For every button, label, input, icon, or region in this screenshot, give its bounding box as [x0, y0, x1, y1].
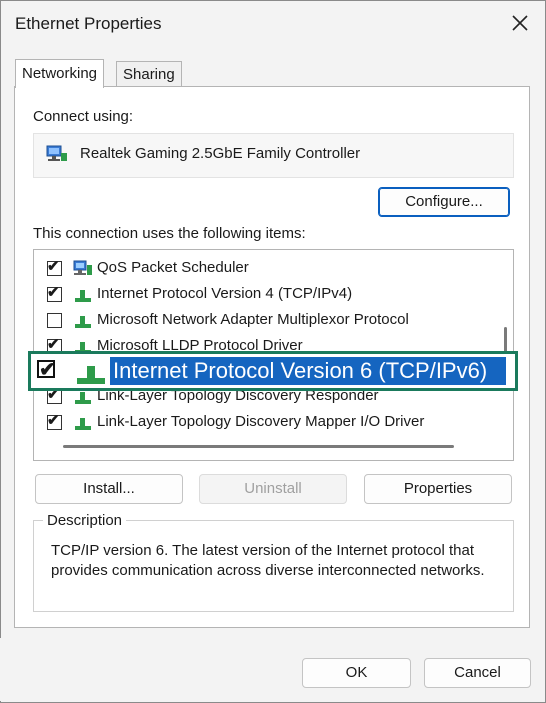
properties-button[interactable]: Properties — [364, 474, 512, 504]
tab-networking[interactable]: Networking — [15, 59, 105, 88]
network-client-icon — [73, 260, 92, 276]
close-icon[interactable] — [507, 10, 533, 36]
description-group: Description TCP/IP version 6. The latest… — [33, 512, 514, 612]
description-label: Description — [43, 512, 127, 529]
adapter-box: Realtek Gaming 2.5GbE Family Controller — [33, 133, 514, 178]
list-item-multiplexor[interactable]: Microsoft Network Adapter Multiplexor Pr… — [34, 308, 494, 332]
selected-item-ipv6[interactable]: ✔ Internet Protocol Version 6 (TCP/IPv6) — [28, 351, 518, 391]
cancel-button[interactable]: Cancel — [424, 658, 531, 688]
item-checkbox[interactable]: ✔ — [47, 258, 62, 276]
dialog-footer: OK Cancel — [0, 638, 544, 701]
network-adapter-icon — [46, 145, 68, 169]
list-item-qos[interactable]: ✔ QoS Packet Scheduler — [34, 256, 494, 280]
item-label: Microsoft Network Adapter Multiplexor Pr… — [97, 311, 409, 328]
item-label: QoS Packet Scheduler — [97, 259, 249, 276]
protocol-icon — [73, 414, 91, 430]
items-label: This connection uses the following items… — [33, 225, 306, 242]
item-label: Internet Protocol Version 4 (TCP/IPv4) — [97, 285, 353, 302]
list-item-ipv4[interactable]: ✔ Internet Protocol Version 4 (TCP/IPv4) — [34, 282, 494, 306]
adapter-name: Realtek Gaming 2.5GbE Family Controller — [80, 145, 361, 162]
description-text: TCP/IP version 6. The latest version of … — [51, 542, 485, 579]
window-title: Ethernet Properties — [15, 14, 162, 33]
configure-button[interactable]: Configure... — [378, 187, 510, 217]
install-button[interactable]: Install... — [35, 474, 183, 504]
item-checkbox[interactable] — [47, 313, 62, 328]
item-checkbox[interactable]: ✔ — [47, 386, 62, 404]
item-label: Link-Layer Topology Discovery Mapper I/O… — [97, 413, 425, 430]
horizontal-scrollbar[interactable] — [63, 445, 454, 448]
list-item-lltd-mapper[interactable]: ✔ Link-Layer Topology Discovery Mapper I… — [34, 410, 494, 434]
item-checkbox[interactable]: ✔ — [47, 284, 62, 302]
item-label: Internet Protocol Version 6 (TCP/IPv6) — [113, 358, 488, 383]
uninstall-button: Uninstall — [199, 474, 347, 504]
selection-band: Internet Protocol Version 6 (TCP/IPv6) — [110, 357, 506, 385]
title-bar: Ethernet Properties — [1, 1, 545, 47]
connect-using-label: Connect using: — [33, 108, 134, 125]
ok-button[interactable]: OK — [302, 658, 411, 688]
protocol-icon — [73, 312, 91, 328]
item-checkbox[interactable]: ✔ — [47, 412, 62, 430]
item-checkbox[interactable]: ✔ — [37, 359, 56, 381]
protocol-icon — [73, 286, 91, 302]
protocol-icon — [75, 362, 107, 390]
tab-sharing[interactable]: Sharing — [116, 61, 182, 88]
